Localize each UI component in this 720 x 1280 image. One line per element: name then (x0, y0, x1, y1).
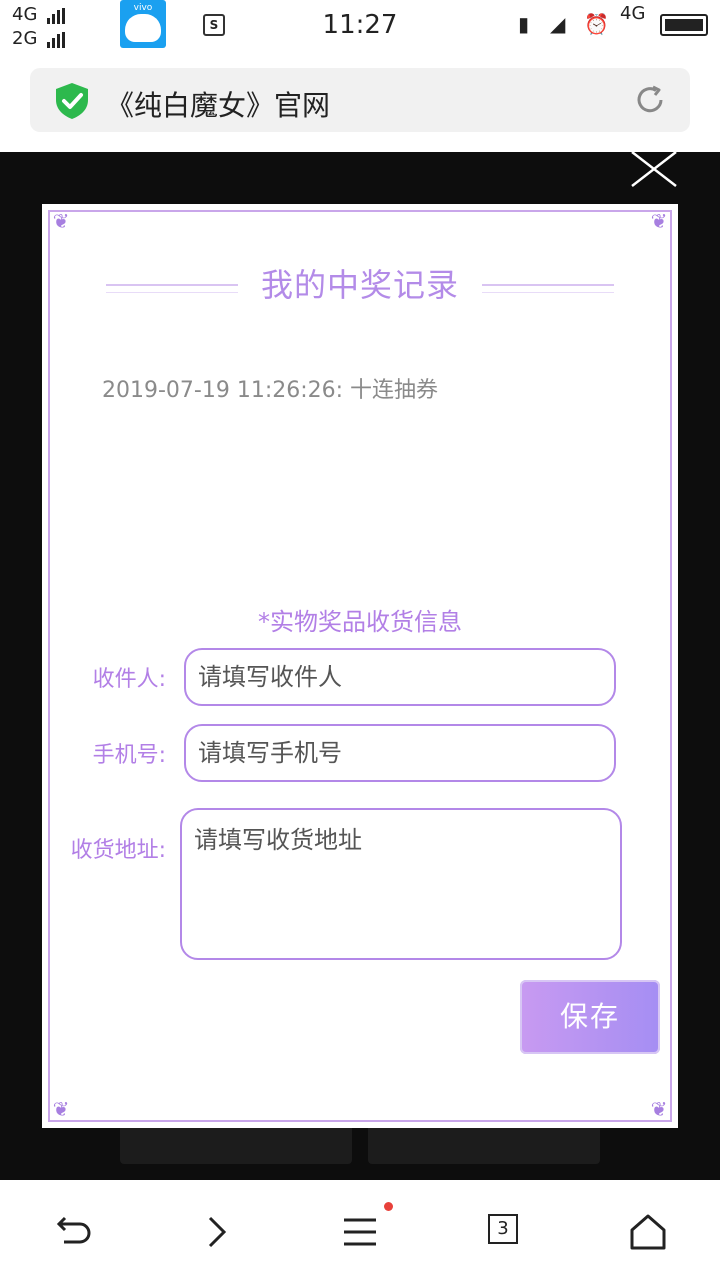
phone-input[interactable] (184, 724, 616, 782)
address-label: 收货地址: (70, 838, 166, 863)
corner-ornament-icon: ❦ (650, 209, 668, 233)
shield-check-icon (56, 83, 88, 119)
corner-ornament-icon: ❦ (650, 1097, 668, 1121)
corner-ornament-icon: ❦ (52, 209, 70, 233)
forward-icon[interactable] (194, 1210, 238, 1254)
recipient-input[interactable] (184, 648, 616, 706)
battery-saver-icon: ▮ (518, 12, 530, 36)
save-button[interactable]: 保存 (520, 980, 660, 1054)
modal-title: 我的中奖记录 (260, 266, 459, 304)
prize-record-item: 2019-07-19 11:26:26: 十连抽券 (102, 378, 439, 403)
corner-ornament-icon: ❦ (52, 1097, 70, 1121)
notification-dot (384, 1202, 393, 1211)
close-icon[interactable] (628, 150, 680, 190)
tabs-icon[interactable]: 3 (488, 1214, 518, 1244)
mute-icon: ◢ (550, 12, 566, 36)
status-bar: 4G 2G vivo S 11:27 ▮ ◢ ⏰ 4G (0, 0, 720, 52)
recipient-label: 收件人: (92, 667, 166, 692)
page-title[interactable]: 《纯白魔女》官网 (106, 84, 330, 124)
back-icon[interactable] (50, 1210, 94, 1254)
alarm-icon: ⏰ (584, 12, 609, 36)
shipping-section-label: *实物奖品收货信息 (258, 608, 462, 636)
clock: 11:27 (322, 10, 398, 40)
battery-icon (660, 14, 708, 36)
home-icon[interactable] (626, 1210, 670, 1254)
reload-icon[interactable] (634, 84, 666, 116)
menu-icon[interactable] (338, 1210, 382, 1254)
phone-label: 手机号: (92, 743, 166, 768)
network-type-right: 4G (620, 3, 646, 24)
address-textarea[interactable] (180, 808, 622, 960)
